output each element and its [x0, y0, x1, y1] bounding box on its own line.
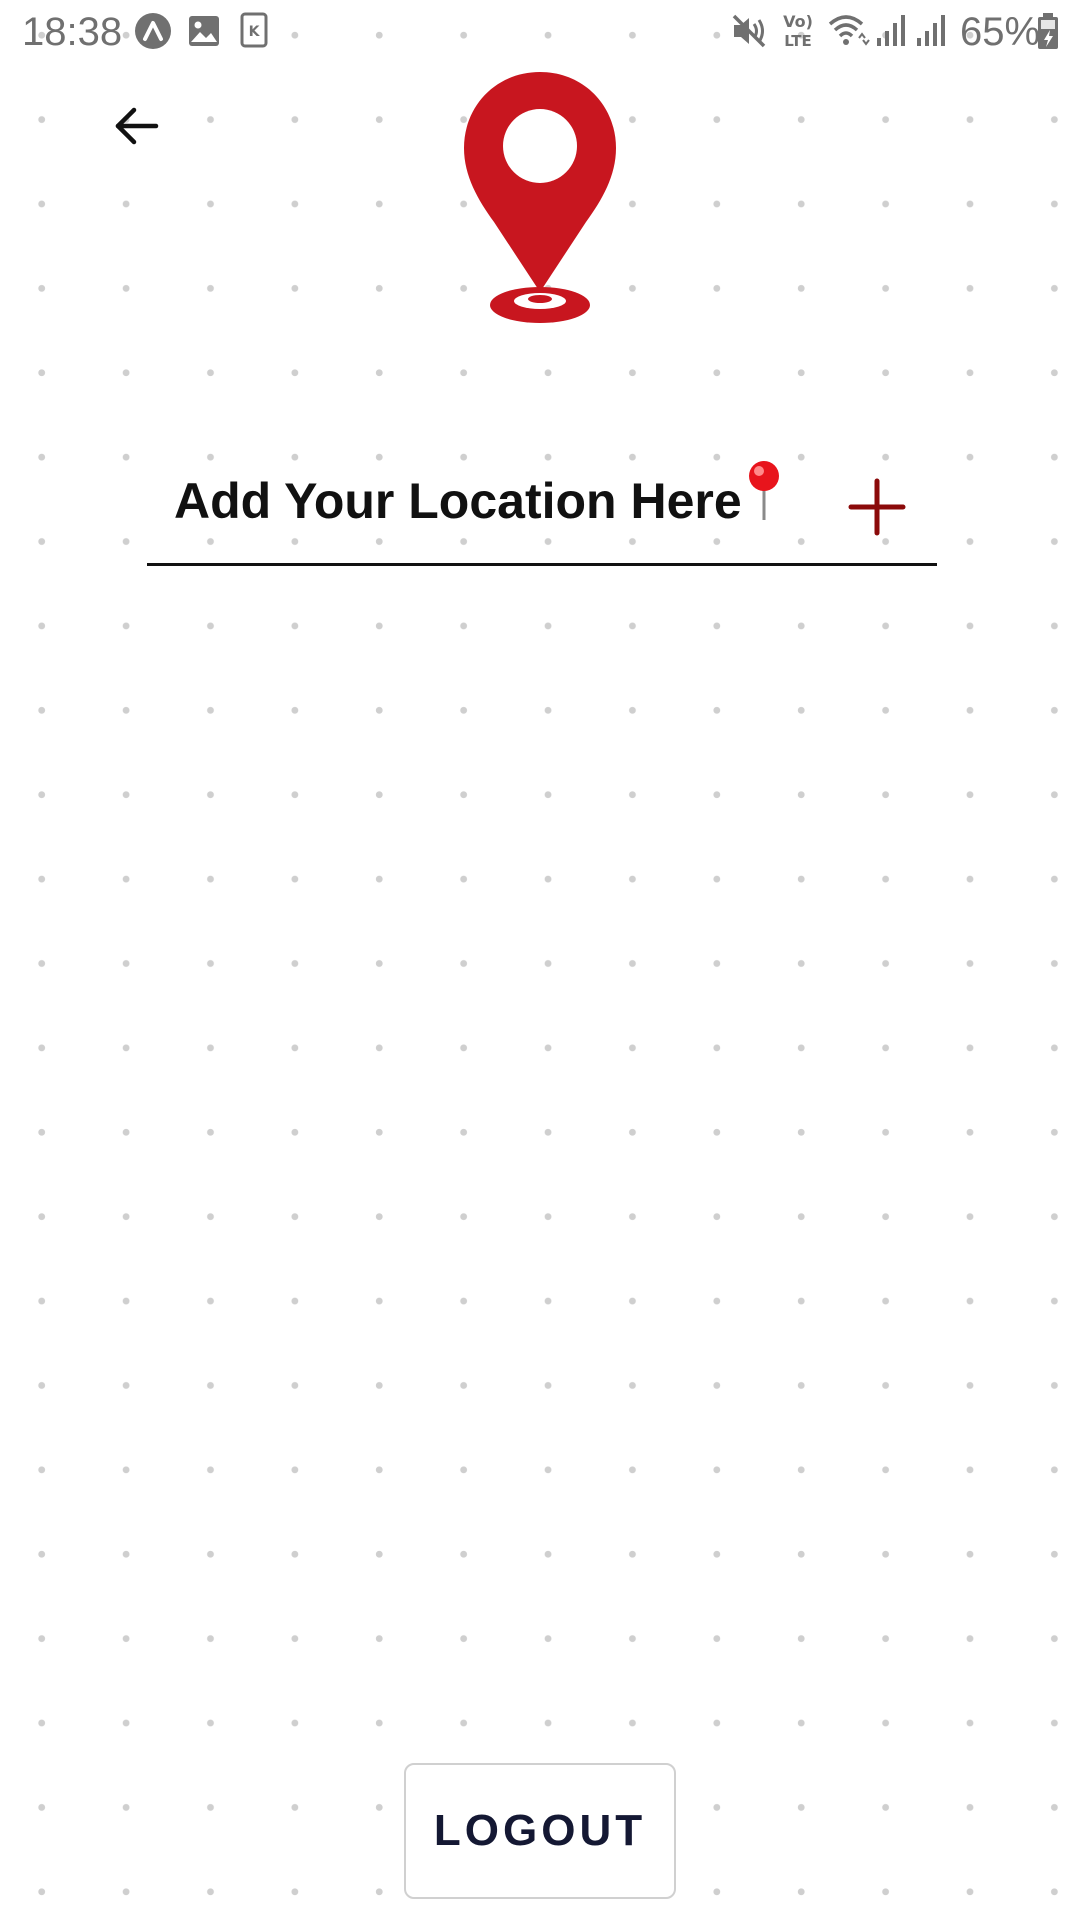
round-pushpin-icon [746, 460, 782, 541]
signal-icon [916, 12, 948, 53]
status-bar: 18:38 K Vo) LTE 65% [0, 0, 1080, 64]
app-a-icon [134, 12, 172, 55]
signal-icon [876, 12, 908, 53]
plus-icon [848, 478, 906, 536]
location-screen: 18:38 K Vo) LTE 65% Add Your Location He… [0, 0, 1080, 1920]
k-app-icon: K [240, 12, 268, 53]
back-button[interactable] [100, 90, 172, 162]
location-prompt: Add Your Location Here [174, 461, 782, 541]
location-input-row[interactable]: Add Your Location Here [147, 455, 937, 566]
add-location-button[interactable] [837, 467, 917, 547]
mute-icon [730, 12, 770, 55]
location-pin-logo [460, 70, 620, 328]
gallery-icon [187, 14, 221, 53]
logout-button[interactable]: LOGOUT [404, 1763, 676, 1899]
battery-charging-icon [1036, 12, 1060, 55]
volte-bottom-text: LTE [784, 32, 812, 50]
arrow-left-icon [115, 107, 159, 145]
wifi-icon [826, 12, 870, 55]
k-app-letter: K [249, 24, 261, 40]
volte-top-text: Vo) [783, 12, 813, 31]
battery-percent: 65% [960, 10, 1041, 54]
status-time: 18:38 [22, 10, 123, 54]
location-prompt-text: Add Your Location Here [174, 473, 742, 529]
volte-icon: Vo) LTE [780, 10, 816, 55]
